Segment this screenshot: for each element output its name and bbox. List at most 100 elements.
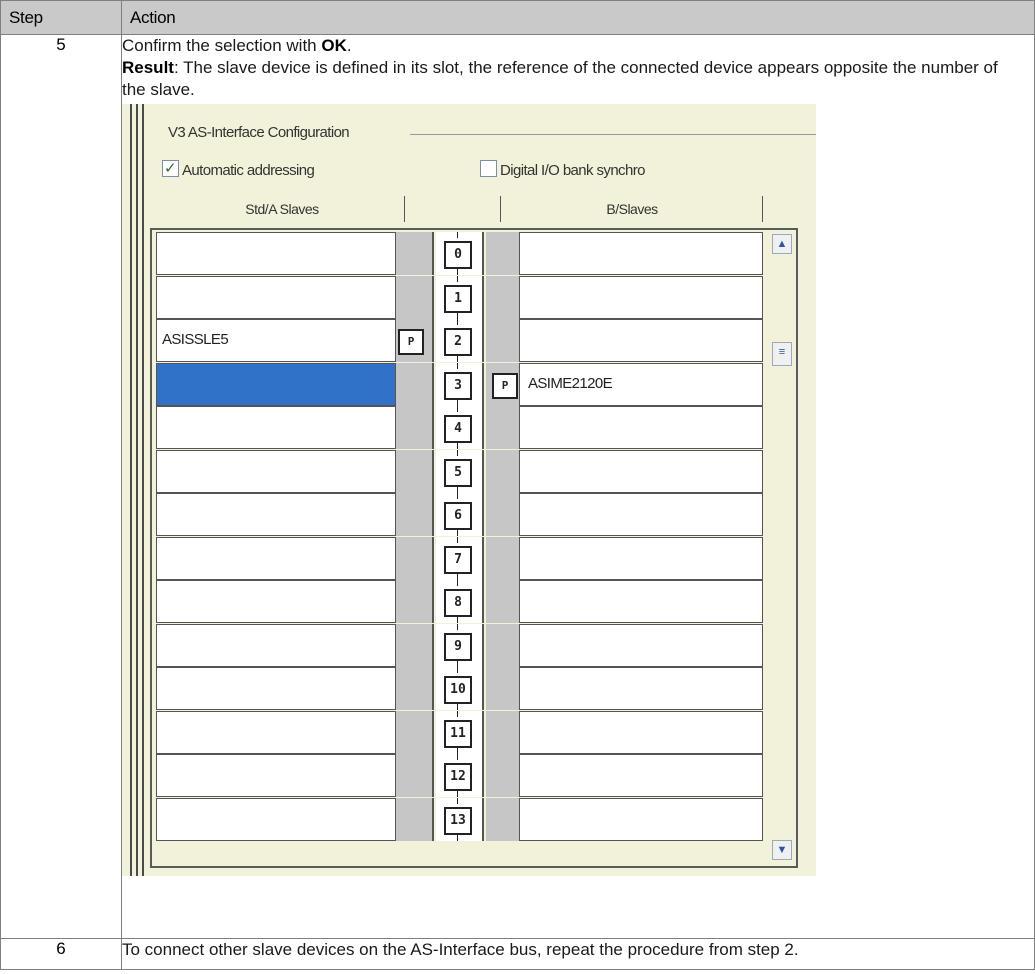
panel-title: V3 AS-Interface Configuration [168,124,350,141]
b-slave-cell[interactable] [519,754,763,797]
slot-spine [432,232,434,275]
slot-spine [432,449,434,493]
result-label: Result [122,58,174,77]
connector-tick [457,667,458,673]
std-slave-cell[interactable] [156,275,396,319]
slot-shade [396,754,432,797]
digital-io-bank-sync-checkbox[interactable] [480,160,497,177]
slot-shade [396,580,432,623]
slave-number: 9 [444,632,472,661]
automatic-addressing-checkbox[interactable]: ✓ [162,160,179,177]
header-step: Step [0,0,122,35]
std-slave-cell[interactable] [156,406,396,449]
slot-spine [432,797,434,841]
std-slave-cell[interactable] [156,493,396,536]
slot-shade [396,362,432,406]
b-slave-cell[interactable] [519,493,763,536]
slave-number: 8 [444,589,472,617]
std-slave-cell[interactable] [156,797,396,841]
header-divider [404,196,405,222]
slot-spine [482,493,484,536]
profile-badge: P [492,372,518,399]
b-slave-cell[interactable] [519,232,763,275]
slot-shade [486,232,519,275]
slot-spine [482,275,484,319]
b-slave-cell[interactable] [519,623,763,667]
slot-spine [482,362,484,406]
slot-shade [486,580,519,623]
std-slave-cell[interactable] [156,362,396,406]
connector-tick [457,493,458,499]
scroll-up-button[interactable]: ▲ [772,234,792,254]
slot-spine [482,536,484,580]
slot-shade [486,797,519,841]
slot-shade [396,232,432,275]
b-slave-cell[interactable] [519,449,763,493]
connector-tick [457,704,458,710]
b-slave-cell[interactable] [519,580,763,623]
connector-tick [457,399,458,406]
connector-tick [457,580,458,586]
std-slave-cell[interactable] [156,667,396,710]
b-slave-cell[interactable] [519,710,763,754]
slot-spine [482,710,484,754]
slave-number: 11 [444,719,472,748]
chevron-up-icon: ▲ [776,238,788,250]
std-slave-cell[interactable] [156,710,396,754]
slave-number: 1 [444,284,472,313]
slot-spine [482,623,484,667]
connector-tick [457,232,458,238]
profile-badge: P [398,329,424,355]
slot-shade [396,449,432,493]
std-slave-cell[interactable] [156,449,396,493]
slot-shade [486,623,519,667]
connector-tick [457,797,458,804]
std-slave-cell[interactable] [156,623,396,667]
slot-spine [432,623,434,667]
title-divider [410,134,816,135]
b-slave-cell[interactable] [519,275,763,319]
slot-shade [486,754,519,797]
slot-spine [432,754,434,797]
column-header-std-a-slaves: Std/A Slaves [245,201,319,217]
slot-shade [396,623,432,667]
slave-number: 13 [444,806,472,835]
slot-shade [396,275,432,319]
b-slave-cell[interactable] [519,406,763,449]
slave-number: 0 [444,241,472,269]
frame-line [136,104,138,876]
slot-shade [486,406,519,449]
scrollbar-thumb[interactable]: ≡ [772,342,792,366]
connector-tick [457,754,458,760]
slot-spine [482,406,484,449]
std-slave-cell[interactable] [156,536,396,580]
connector-tick [457,617,458,623]
connector-tick [457,449,458,456]
grip-icon: ≡ [778,346,786,358]
result-text: Result: The slave device is defined in i… [122,58,998,99]
connector-tick [457,623,458,630]
connector-tick [457,573,458,580]
std-slave-cell[interactable] [156,232,396,275]
connector-tick [457,443,458,449]
slot-shade [486,710,519,754]
b-slave-cell[interactable] [519,536,763,580]
std-slave-cell[interactable] [156,754,396,797]
chevron-down-icon: ▼ [776,844,788,856]
step-6-action: To connect other slave devices on the AS… [121,938,1035,970]
b-slave-cell[interactable] [519,319,763,362]
slot-spine [432,536,434,580]
b-slave-device: ASIME2120E [528,374,613,392]
connector-tick [457,530,458,536]
b-slave-cell[interactable] [519,797,763,841]
b-slave-cell[interactable] [519,667,763,710]
connector-tick [457,747,458,754]
check-icon: ✓ [164,160,177,177]
slot-shade [396,406,432,449]
std-slave-cell[interactable] [156,580,396,623]
table-header-row: Step Action [0,0,1035,35]
scroll-down-button[interactable]: ▼ [772,840,792,860]
slave-number: 10 [444,676,472,704]
connector-tick [457,275,458,282]
slave-number: 3 [444,371,472,400]
